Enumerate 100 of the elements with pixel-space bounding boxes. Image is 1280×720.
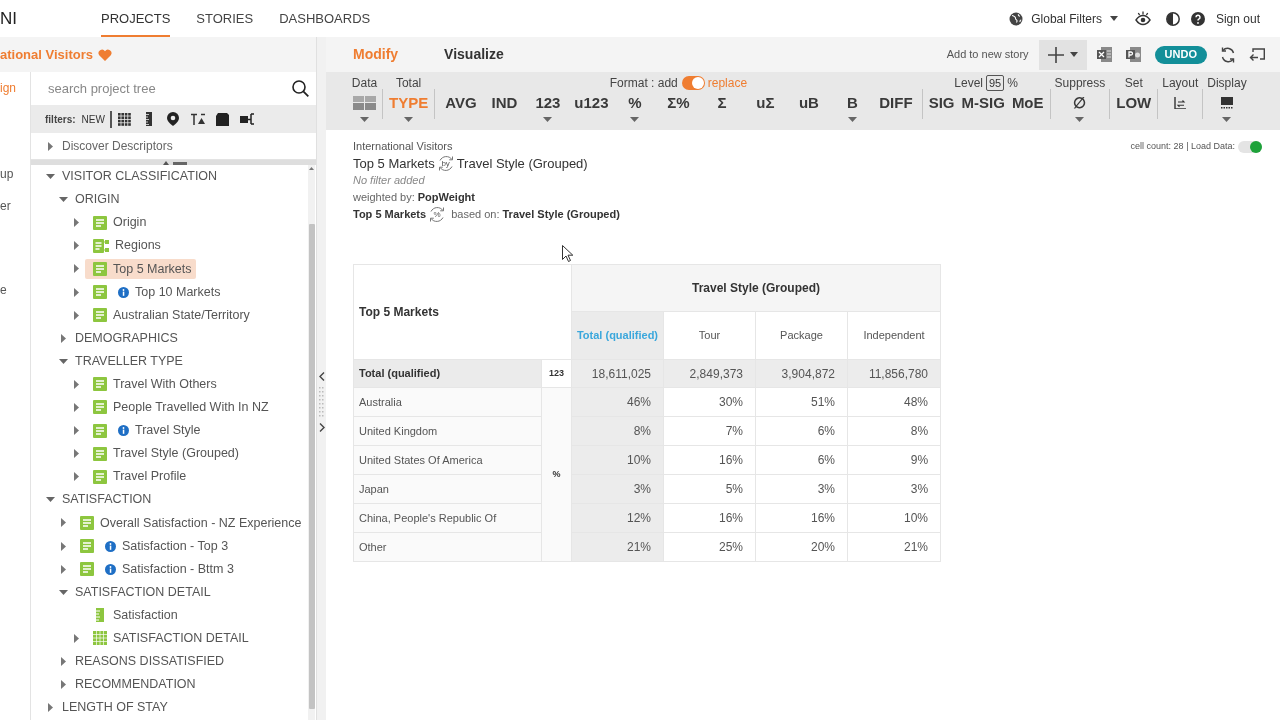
caret-right-icon[interactable] <box>74 310 79 320</box>
caret-right-icon[interactable] <box>61 333 66 343</box>
scroll-up-icon[interactable] <box>309 167 314 170</box>
info-icon[interactable] <box>105 540 116 552</box>
level-field[interactable]: 95 <box>986 74 1005 91</box>
toolbar-button[interactable]: LOW <box>1114 93 1154 113</box>
tree-folder[interactable]: VISITOR CLASSIFICATION <box>58 166 222 187</box>
swap-button[interactable]: % <box>428 206 447 223</box>
swap-button[interactable]: by <box>436 155 455 172</box>
eye-icon[interactable] <box>1134 11 1151 26</box>
toolbar-button[interactable]: IND <box>482 93 527 113</box>
caret-right-icon[interactable] <box>61 518 66 528</box>
grip-icon[interactable] <box>319 387 324 417</box>
tree-item[interactable]: People Travelled With In NZ <box>85 397 273 418</box>
add-story-button[interactable] <box>1038 39 1087 70</box>
toolbar-button[interactable]: ∅ <box>1071 93 1089 122</box>
contrast-icon[interactable] <box>1165 11 1180 26</box>
global-filters-button[interactable]: Global Filters <box>1009 9 1118 28</box>
window-arrow-icon[interactable] <box>1249 47 1265 62</box>
toolbar-button[interactable]: uB <box>787 93 831 113</box>
tree-folder[interactable]: ORIGIN <box>71 189 124 210</box>
tree-item[interactable]: SATISFACTION DETAIL <box>85 628 253 649</box>
toolbar-button[interactable]: M-SIG <box>959 93 1007 113</box>
caret-right-icon[interactable] <box>74 472 79 482</box>
format-toggle[interactable] <box>681 75 705 90</box>
tree-folder[interactable]: DEMOGRAPHICS <box>71 328 182 349</box>
info-icon[interactable] <box>105 563 116 575</box>
caret-down-icon[interactable] <box>59 197 68 203</box>
chevron-right-icon[interactable] <box>318 422 325 432</box>
tree-item[interactable]: Top 10 Markets <box>85 282 225 302</box>
caret-right-icon[interactable] <box>74 426 79 436</box>
caret-right-icon[interactable] <box>74 287 79 297</box>
side-menu-item[interactable]: e <box>0 282 7 298</box>
caret-down-icon[interactable] <box>59 589 68 595</box>
descriptors-item[interactable]: Discover Descriptors <box>62 137 173 155</box>
caret-right-icon[interactable] <box>74 403 79 412</box>
ruler-icon[interactable] <box>145 112 152 126</box>
caret-right-icon[interactable] <box>74 241 79 251</box>
nav-tab[interactable]: DASHBOARDS <box>279 0 371 37</box>
toolbar-button[interactable]: MoE <box>1009 93 1046 113</box>
caret-right-icon[interactable] <box>74 379 79 389</box>
tree-item[interactable]: Satisfaction <box>85 605 182 626</box>
caret-down-icon[interactable] <box>46 497 55 503</box>
tree-item[interactable]: Travel Profile <box>85 466 191 487</box>
new-filter-button[interactable]: NEW <box>81 111 105 127</box>
drag-handle-icon[interactable] <box>163 160 187 165</box>
toolbar-button[interactable]: Σ% <box>656 93 701 113</box>
undo-button[interactable]: UNDO <box>1154 45 1207 64</box>
caret-right-icon[interactable] <box>74 633 79 643</box>
grid-icon[interactable] <box>117 112 131 126</box>
toolbar-button[interactable]: SIG <box>926 93 957 113</box>
side-menu-item[interactable]: up <box>0 166 14 182</box>
info-icon[interactable] <box>118 425 129 437</box>
nav-tab[interactable]: STORIES <box>196 0 254 37</box>
spreadsheet-export-icon[interactable] <box>1096 47 1112 62</box>
caret-right-icon[interactable] <box>61 657 66 666</box>
caret-right-icon[interactable] <box>48 703 53 713</box>
tree-folder[interactable]: TRAVELLER TYPE <box>71 351 187 372</box>
tree-folder[interactable]: LENGTH OF STAY <box>58 697 172 718</box>
caret-right-icon[interactable] <box>74 449 79 459</box>
search-icon[interactable] <box>292 80 309 97</box>
caret-right-icon[interactable] <box>74 218 79 228</box>
caret-right-icon[interactable] <box>61 680 66 690</box>
toolbar-button[interactable]: % <box>613 93 657 122</box>
side-menu-item[interactable]: er <box>0 198 11 214</box>
presentation-export-icon[interactable] <box>1125 47 1141 62</box>
sign-out-link[interactable]: Sign out <box>1215 9 1260 28</box>
toolbar-button[interactable]: u123 <box>569 93 614 113</box>
toolbar-button[interactable]: Σ <box>700 93 744 113</box>
toolbar-button[interactable]: AVG <box>439 93 483 113</box>
tree-item[interactable]: Regions <box>85 235 165 256</box>
load-data-toggle[interactable] <box>1238 140 1262 153</box>
t-triangle-icon[interactable] <box>191 113 205 125</box>
caret-down-icon[interactable] <box>59 358 68 364</box>
caret-right-icon[interactable] <box>74 264 79 274</box>
branch-icon[interactable] <box>240 113 255 125</box>
toolbar-button[interactable]: B <box>830 93 875 122</box>
block-icon[interactable] <box>216 112 230 126</box>
refresh-icon[interactable] <box>1220 46 1236 63</box>
caret-right-icon[interactable] <box>61 564 66 574</box>
tree-item[interactable]: Travel With Others <box>85 374 221 395</box>
tree-folder[interactable]: RECOMMENDATION <box>71 674 200 695</box>
tree-folder[interactable]: SATISFACTION DETAIL <box>71 582 215 603</box>
help-icon[interactable] <box>1190 11 1205 26</box>
caret-down-icon[interactable] <box>46 174 55 180</box>
toolbar-button[interactable]: 123 <box>526 93 570 122</box>
tree-item[interactable]: Australian State/Territory <box>85 305 254 326</box>
view-tab[interactable]: Visualize <box>444 44 504 65</box>
chevron-left-icon[interactable] <box>318 372 325 381</box>
tree-folder[interactable]: SATISFACTION <box>58 489 156 510</box>
tree-item[interactable]: Origin <box>85 212 151 233</box>
tree-item[interactable]: Top 5 Markets <box>85 258 196 279</box>
tree-item[interactable]: Satisfaction - Top 3 <box>72 536 233 557</box>
tree-item[interactable]: Travel Style <box>85 420 205 441</box>
caret-right-icon[interactable] <box>48 141 53 151</box>
toolbar-button[interactable]: uΣ <box>743 93 788 113</box>
tree-item[interactable]: Satisfaction - Bttm 3 <box>72 559 238 580</box>
caret-right-icon[interactable] <box>61 541 66 551</box>
tree-item[interactable]: Overall Satisfaction - NZ Experience <box>72 512 306 533</box>
tree-item[interactable]: Travel Style (Grouped) <box>85 443 243 464</box>
